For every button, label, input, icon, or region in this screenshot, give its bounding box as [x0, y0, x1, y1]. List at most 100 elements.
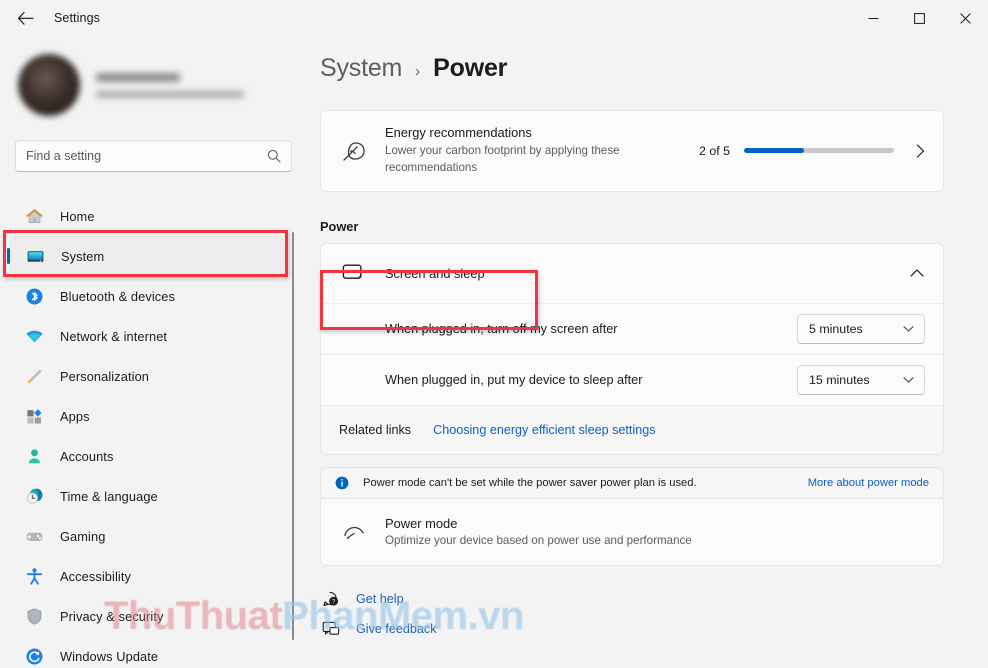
chevron-down-icon: [903, 325, 914, 333]
sidebar-item-network-internet[interactable]: Network & internet: [10, 316, 284, 356]
sidebar-scrollbar[interactable]: [292, 232, 294, 640]
power-mode-subtitle: Optimize your device based on power use …: [385, 534, 927, 547]
screen-and-sleep-group: Screen and sleep When plugged in, turn o…: [320, 243, 944, 455]
accessibility-icon: [24, 566, 44, 586]
gauge-icon: [339, 520, 369, 544]
window-controls: [850, 0, 988, 36]
home-icon: [24, 206, 44, 226]
feedback-icon: [320, 620, 342, 638]
breadcrumb: System › Power: [296, 36, 988, 83]
leaf-icon: [339, 139, 369, 163]
update-icon: [24, 646, 44, 666]
breadcrumb-separator: ›: [415, 63, 420, 80]
banner-text: Power mode can't be set while the power …: [363, 477, 808, 489]
sidebar-item-label: Personalization: [60, 369, 149, 384]
back-button[interactable]: [8, 3, 42, 33]
get-help-link[interactable]: ? Get help: [320, 584, 988, 614]
apps-icon: [24, 406, 44, 426]
gamepad-icon: [24, 526, 44, 546]
sidebar-item-label: Accessibility: [60, 569, 131, 584]
profile-text: [96, 73, 244, 98]
wifi-icon: [24, 326, 44, 346]
sidebar-item-home[interactable]: Home: [10, 196, 284, 236]
sidebar: Home System: [0, 36, 296, 668]
sidebar-item-label: Time & language: [60, 489, 158, 504]
sleep-after-row: When plugged in, put my device to sleep …: [321, 355, 943, 406]
sidebar-item-windows-update[interactable]: Windows Update: [10, 636, 284, 668]
close-icon: [960, 13, 971, 24]
get-help-label: Get help: [356, 592, 404, 606]
title-bar: Settings: [0, 0, 988, 36]
maximize-icon: [914, 13, 925, 24]
energy-progress-fill: [744, 148, 804, 153]
give-feedback-link[interactable]: Give feedback: [320, 614, 988, 644]
sidebar-item-label: Gaming: [60, 529, 105, 544]
chevron-up-icon[interactable]: [909, 267, 925, 280]
sidebar-item-time-language[interactable]: Time & language: [10, 476, 284, 516]
sidebar-item-label: Home: [60, 209, 95, 224]
turn-off-screen-value: 5 minutes: [809, 322, 863, 336]
screen-and-sleep-row[interactable]: Screen and sleep: [321, 244, 943, 304]
search-icon[interactable]: [267, 149, 281, 163]
power-mode-text: Power mode Optimize your device based on…: [385, 516, 927, 547]
shield-icon: [24, 606, 44, 626]
related-link-sleep-settings[interactable]: Choosing energy efficient sleep settings: [433, 423, 655, 437]
main-content: System › Power Energy recommendations Lo…: [296, 36, 988, 668]
clock-globe-icon: [24, 486, 44, 506]
minimize-button[interactable]: [850, 0, 896, 36]
search-box[interactable]: [15, 140, 292, 172]
sleep-after-label: When plugged in, put my device to sleep …: [385, 373, 797, 387]
sidebar-item-label: Privacy & security: [60, 609, 164, 624]
sidebar-item-personalization[interactable]: Personalization: [10, 356, 284, 396]
sidebar-item-label: Bluetooth & devices: [60, 289, 175, 304]
related-links-label: Related links: [339, 423, 411, 437]
more-about-power-mode-link[interactable]: More about power mode: [808, 477, 929, 489]
chevron-right-icon[interactable]: [914, 143, 927, 159]
energy-progress-bar: [744, 148, 894, 153]
sidebar-item-accounts[interactable]: Accounts: [10, 436, 284, 476]
sidebar-item-system[interactable]: System: [10, 236, 284, 276]
screen-sleep-icon: [339, 262, 369, 284]
energy-recommendations-card[interactable]: Energy recommendations Lower your carbon…: [320, 110, 944, 192]
energy-text: Energy recommendations Lower your carbon…: [385, 125, 699, 177]
search-input[interactable]: [26, 149, 267, 163]
sleep-after-dropdown[interactable]: 15 minutes: [797, 365, 925, 395]
power-mode-card[interactable]: Power mode Optimize your device based on…: [320, 498, 944, 566]
sidebar-nav: Home System: [0, 196, 296, 668]
maximize-button[interactable]: [896, 0, 942, 36]
user-profile[interactable]: [0, 36, 296, 120]
energy-subtitle: Lower your carbon footprint by applying …: [385, 143, 665, 177]
sidebar-item-gaming[interactable]: Gaming: [10, 516, 284, 556]
paintbrush-icon: [24, 366, 44, 386]
turn-off-screen-row: When plugged in, turn off my screen afte…: [321, 304, 943, 355]
help-icon: ?: [320, 590, 342, 608]
power-mode-title: Power mode: [385, 516, 927, 531]
profile-email: [96, 91, 244, 98]
chevron-down-icon: [903, 376, 914, 384]
window-title: Settings: [54, 11, 100, 25]
profile-name: [96, 73, 180, 82]
sidebar-item-label: Accounts: [60, 449, 113, 464]
page-title: Power: [433, 54, 507, 83]
close-button[interactable]: [942, 0, 988, 36]
back-arrow-icon: [17, 11, 34, 26]
sidebar-item-label: Windows Update: [60, 649, 158, 664]
energy-count: 2 of 5: [699, 144, 730, 158]
screen-and-sleep-label: Screen and sleep: [385, 266, 909, 281]
sidebar-item-bluetooth-devices[interactable]: Bluetooth & devices: [10, 276, 284, 316]
breadcrumb-parent[interactable]: System: [320, 54, 402, 83]
person-icon: [24, 446, 44, 466]
info-icon: [335, 476, 351, 490]
sidebar-item-apps[interactable]: Apps: [10, 396, 284, 436]
sleep-after-value: 15 minutes: [809, 373, 870, 387]
sidebar-item-privacy-security[interactable]: Privacy & security: [10, 596, 284, 636]
turn-off-screen-dropdown[interactable]: 5 minutes: [797, 314, 925, 344]
sidebar-item-accessibility[interactable]: Accessibility: [10, 556, 284, 596]
bluetooth-icon: [24, 286, 44, 306]
power-section-heading: Power: [320, 219, 988, 234]
footer-links: ? Get help Give feedback: [320, 584, 988, 644]
give-feedback-label: Give feedback: [356, 622, 437, 636]
avatar: [18, 54, 80, 116]
turn-off-screen-label: When plugged in, turn off my screen afte…: [385, 322, 797, 336]
sidebar-item-label: System: [61, 249, 104, 264]
